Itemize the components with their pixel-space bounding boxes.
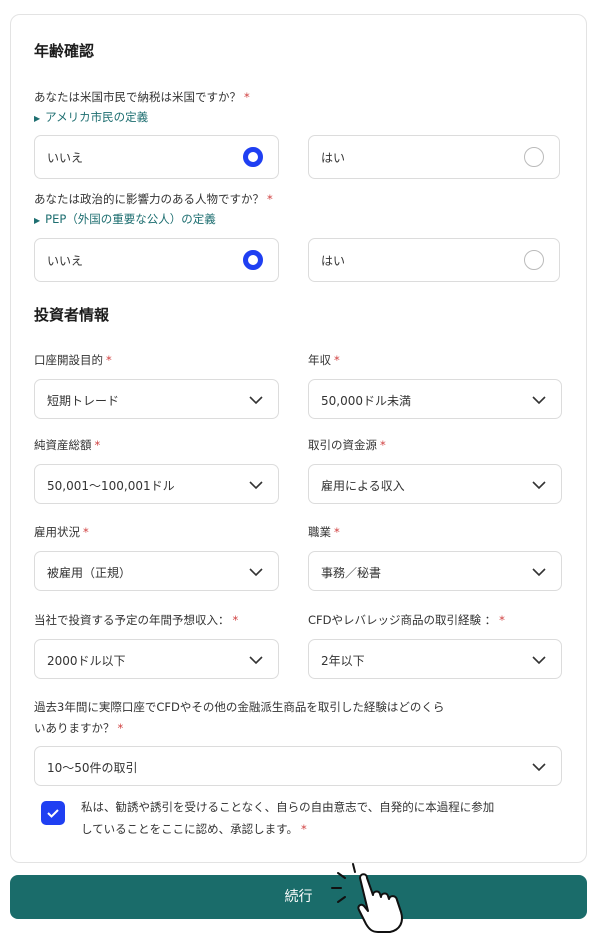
select-value: 短期トレード xyxy=(47,394,120,408)
radio-selected-icon[interactable] xyxy=(243,147,263,167)
us-citizen-question: あなたは米国市民で納税は米国ですか？ * xyxy=(34,90,250,104)
pep-yes-option[interactable]: はい xyxy=(308,238,560,282)
funds-source-label: 取引の資金源 * xyxy=(308,438,386,452)
pep-no-option[interactable]: いいえ xyxy=(34,238,279,282)
income-select[interactable]: 50,000ドル未満 xyxy=(308,379,562,419)
expected-income-select[interactable]: 2000ドル以下 xyxy=(34,639,279,679)
networth-select[interactable]: 50,001〜100,001ドル xyxy=(34,464,279,504)
experience-select[interactable]: 2年以下 xyxy=(308,639,562,679)
employment-select[interactable]: 被雇用（正規） xyxy=(34,551,279,591)
triangle-right-icon: ▶ xyxy=(34,216,41,225)
consent-text: 私は、勧誘や誘引を受けることなく、自らの自由意志で、自発的に本過程に参加 してい… xyxy=(81,796,541,840)
option-label: はい xyxy=(321,254,346,268)
chevron-down-icon xyxy=(532,656,546,665)
select-value: 事務／秘書 xyxy=(321,566,382,580)
select-value: 2000ドル以下 xyxy=(47,654,126,668)
income-label: 年収 * xyxy=(308,353,340,367)
chevron-down-icon xyxy=(532,763,546,772)
option-label: いいえ xyxy=(47,254,84,268)
occupation-select[interactable]: 事務／秘書 xyxy=(308,551,562,591)
purpose-select[interactable]: 短期トレード xyxy=(34,379,279,419)
pep-definition-link[interactable]: ▶ PEP（外国の重要な公人）の定義 xyxy=(34,211,216,227)
past-trades-label-line2: いありますか？ * xyxy=(34,721,124,735)
chevron-down-icon xyxy=(249,396,263,405)
past-trades-select[interactable]: 10〜50件の取引 xyxy=(34,746,562,786)
continue-button[interactable]: 続行 xyxy=(10,875,587,919)
radio-unselected-icon[interactable] xyxy=(524,147,544,167)
select-value: 被雇用（正規） xyxy=(47,566,132,580)
triangle-right-icon: ▶ xyxy=(34,114,41,123)
required-mark: * xyxy=(267,192,273,206)
age-section-title: 年齢確認 xyxy=(34,42,95,60)
expected-income-label: 当社で投資する予定の年間予想収入： * xyxy=(34,613,239,627)
networth-label: 純資産総額 * xyxy=(34,438,101,452)
chevron-down-icon xyxy=(249,481,263,490)
occupation-label: 職業 * xyxy=(308,525,340,539)
required-mark: * xyxy=(244,90,250,104)
select-value: 10〜50件の取引 xyxy=(47,761,138,775)
chevron-down-icon xyxy=(249,568,263,577)
consent-text-line2: していることをここに認め、承認します。 * xyxy=(81,822,307,836)
select-value: 2年以下 xyxy=(321,654,365,668)
us-citizen-yes-option[interactable]: はい xyxy=(308,135,560,179)
purpose-label: 口座開設目的 * xyxy=(34,353,112,367)
chevron-down-icon xyxy=(249,656,263,665)
select-value: 雇用による収入 xyxy=(321,479,405,493)
investor-section-title: 投資者情報 xyxy=(34,306,110,324)
radio-selected-icon[interactable] xyxy=(243,250,263,270)
us-citizen-definition-link[interactable]: ▶ アメリカ市民の定義 xyxy=(34,109,148,125)
chevron-down-icon xyxy=(532,396,546,405)
radio-unselected-icon[interactable] xyxy=(524,250,544,270)
chevron-down-icon xyxy=(532,481,546,490)
select-value: 50,000ドル未満 xyxy=(321,394,411,408)
pep-question: あなたは政治的に影響力のある人物ですか？ * xyxy=(34,192,273,206)
past-trades-label-line1: 過去3年間に実際口座でCFDやその他の金融派生商品を取引した経験はどのくら xyxy=(34,700,445,714)
select-value: 50,001〜100,001ドル xyxy=(47,479,175,493)
experience-label: CFDやレバレッジ商品の取引経験 ： * xyxy=(308,613,505,627)
checkmark-icon xyxy=(47,809,59,818)
option-label: はい xyxy=(321,151,346,165)
chevron-down-icon xyxy=(532,568,546,577)
option-label: いいえ xyxy=(47,151,84,165)
consent-checkbox[interactable] xyxy=(41,801,65,825)
us-citizen-no-option[interactable]: いいえ xyxy=(34,135,279,179)
consent-text-line1: 私は、勧誘や誘引を受けることなく、自らの自由意志で、自発的に本過程に参加 xyxy=(81,800,495,814)
employment-label: 雇用状況 * xyxy=(34,525,89,539)
funds-source-select[interactable]: 雇用による収入 xyxy=(308,464,562,504)
pointer-hand-icon xyxy=(331,863,403,933)
